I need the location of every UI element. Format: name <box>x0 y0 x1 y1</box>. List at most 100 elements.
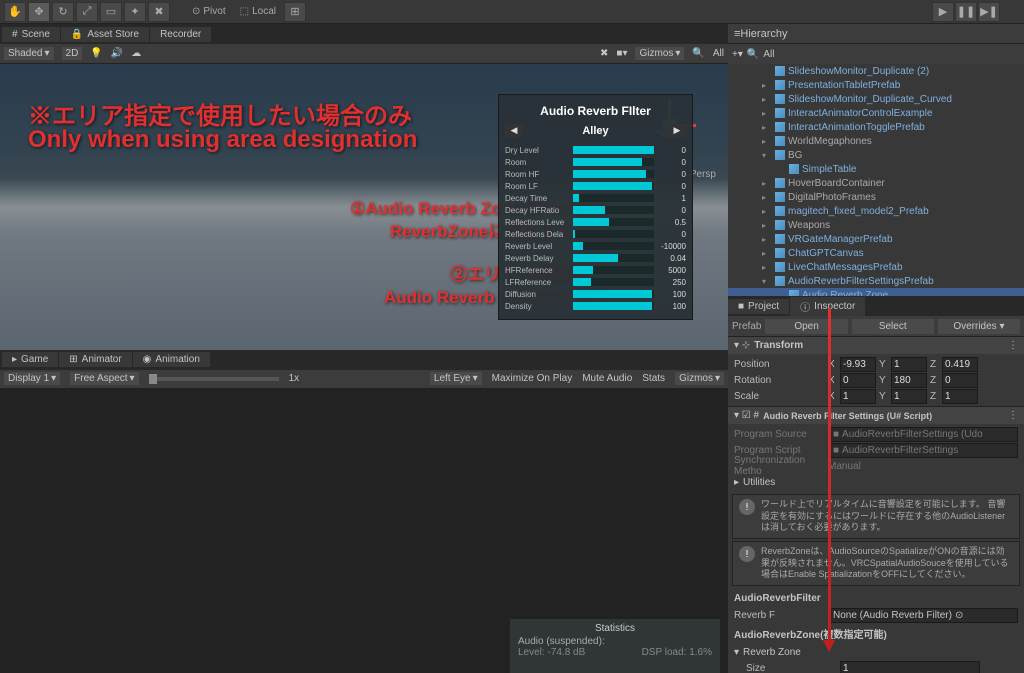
preset-prev[interactable]: ◀ <box>505 124 523 138</box>
game-view: Statistics Audio (suspended): Level: -74… <box>0 388 728 673</box>
filter-row[interactable]: Reflections Leve0.5 <box>505 217 686 228</box>
hierarchy-item[interactable]: ▸SlideshowMonitor_Duplicate_Curved <box>728 92 1024 106</box>
pause-button[interactable]: ❚❚ <box>955 2 977 22</box>
script-header[interactable]: ▾ ☑ # Audio Reverb Filter Settings (U# S… <box>728 406 1024 424</box>
filter-row[interactable]: HFReference5000 <box>505 265 686 276</box>
hierarchy-item[interactable]: SlideshowMonitor_Duplicate (2) <box>728 64 1024 78</box>
game-gizmos[interactable]: Gizmos ▾ <box>675 372 724 385</box>
filter-row[interactable]: Diffusion100 <box>505 289 686 300</box>
perspective-label[interactable]: Persp <box>690 169 716 180</box>
tab-animation[interactable]: ◉ Animation <box>133 352 210 367</box>
filter-row[interactable]: Reverb Level-10000 <box>505 241 686 252</box>
local-toggle[interactable]: ⬚ Local <box>234 6 282 17</box>
mute-toggle[interactable]: Mute Audio <box>582 373 632 384</box>
filter-row[interactable]: Room HF0 <box>505 169 686 180</box>
create-dropdown[interactable]: +▾ <box>732 49 743 60</box>
hierarchy-toolbar: +▾ 🔍All <box>728 44 1024 64</box>
filter-row[interactable]: Reverb Delay0.04 <box>505 253 686 264</box>
2d-toggle[interactable]: 2D <box>62 47 83 60</box>
snap-toggle[interactable]: ⊞ <box>284 2 306 22</box>
audio-icon[interactable]: 🔊 <box>111 48 123 59</box>
rect-tool[interactable]: ▭ <box>100 2 122 22</box>
preset-next[interactable]: ▶ <box>668 124 686 138</box>
hierarchy-item[interactable]: ▾AudioReverbFilterSettingsPrefab <box>728 274 1024 288</box>
hierarchy-item[interactable]: ▸WorldMegaphones <box>728 134 1024 148</box>
pos-x[interactable] <box>840 357 876 372</box>
rot-y[interactable] <box>891 373 927 388</box>
stats-toggle[interactable]: Stats <box>642 373 665 384</box>
hierarchy-item[interactable]: ▸InteractAnimatorControlExample <box>728 106 1024 120</box>
prefab-select[interactable]: Select <box>852 319 934 334</box>
fx-icon[interactable]: ☁ <box>131 48 141 59</box>
shading-mode[interactable]: Shaded ▾ <box>4 47 54 60</box>
camera-icon[interactable]: ■▾ <box>616 48 627 59</box>
hierarchy-item[interactable]: ▸DigitalPhotoFrames <box>728 190 1024 204</box>
tab-asset-store[interactable]: 🔒 Asset Store <box>61 27 149 42</box>
tab-scene[interactable]: # Scene <box>2 27 60 42</box>
hierarchy-item[interactable]: ▸magitech_fixed_model2_Prefab <box>728 204 1024 218</box>
hierarchy-item[interactable]: ▸PresentationTabletPrefab <box>728 78 1024 92</box>
hierarchy-header: ≡ Hierarchy <box>728 24 1024 44</box>
filter-row[interactable]: Room0 <box>505 157 686 168</box>
rotate-tool[interactable]: ↻ <box>52 2 74 22</box>
tools-icon[interactable]: ✖ <box>600 48 608 59</box>
maximize-toggle[interactable]: Maximize On Play <box>492 373 573 384</box>
scale-x[interactable] <box>840 389 876 404</box>
move-tool[interactable]: ✥ <box>28 2 50 22</box>
custom-tool[interactable]: ✖ <box>148 2 170 22</box>
hierarchy-item[interactable]: ▸LiveChatMessagesPrefab <box>728 260 1024 274</box>
hierarchy-item[interactable]: ▸ChatGPTCanvas <box>728 246 1024 260</box>
hierarchy-item[interactable]: ▸VRGateManagerPrefab <box>728 232 1024 246</box>
filter-row[interactable]: Density100 <box>505 301 686 312</box>
pos-y[interactable] <box>891 357 927 372</box>
tab-inspector[interactable]: ⓘ Inspector <box>790 297 865 316</box>
filter-row[interactable]: Room LF0 <box>505 181 686 192</box>
lighting-icon[interactable]: 💡 <box>90 48 102 59</box>
transform-header[interactable]: ▾ ⊹ Transform⋮ <box>728 336 1024 354</box>
eye-dropdown[interactable]: Left Eye ▾ <box>430 372 482 385</box>
info-box-2: !ReverbZoneは、AudioSourceのSpatializeがONの音… <box>732 541 1020 586</box>
scale-z[interactable] <box>942 389 978 404</box>
filter-row[interactable]: Decay HFRatio0 <box>505 205 686 216</box>
pos-z[interactable] <box>942 357 978 372</box>
tab-project[interactable]: ■ Project <box>728 299 789 314</box>
hierarchy-item[interactable]: ▸HoverBoardContainer <box>728 176 1024 190</box>
filter-row[interactable]: Reflections Dela0 <box>505 229 686 240</box>
reverb-zone-foldout[interactable]: ▾ Reverb Zone <box>734 644 1018 660</box>
overlay-title-en: Only when using area designation <box>28 126 417 154</box>
scale-slider[interactable] <box>149 377 279 381</box>
tab-recorder[interactable]: Recorder <box>150 27 211 42</box>
prefab-open[interactable]: Open <box>765 319 847 334</box>
prefab-overrides[interactable]: Overrides ▾ <box>938 319 1020 334</box>
tab-game[interactable]: ▸ Game <box>2 352 58 367</box>
stats-panel: Statistics Audio (suspended): Level: -74… <box>510 619 720 673</box>
scale-y[interactable] <box>891 389 927 404</box>
transform-tool[interactable]: ✦ <box>124 2 146 22</box>
gizmos-dropdown[interactable]: Gizmos ▾ <box>635 47 684 60</box>
reverb-filter-field[interactable]: None (Audio Reverb Filter) ⊙ <box>828 608 1018 623</box>
search-all[interactable]: All <box>713 48 724 59</box>
filter-row[interactable]: LFReference250 <box>505 277 686 288</box>
aspect-dropdown[interactable]: Free Aspect ▾ <box>70 372 138 385</box>
hierarchy-item[interactable]: Audio Reverb Zone <box>728 288 1024 296</box>
hierarchy-list[interactable]: SlideshowMonitor_Duplicate (2)▸Presentat… <box>728 64 1024 296</box>
hand-tool[interactable]: ✋ <box>4 2 26 22</box>
scene-viewport[interactable]: Persp ※エリア指定で使用したい場合のみ Only when using a… <box>0 64 728 350</box>
filter-row[interactable]: Decay Time1 <box>505 193 686 204</box>
info-box-1: !ワールド上でリアルタイムに音響設定を可能にします。 音響設定を有効にするにはワ… <box>732 494 1020 539</box>
hierarchy-item[interactable]: ▸InteractAnimationTogglePrefab <box>728 120 1024 134</box>
rot-z[interactable] <box>942 373 978 388</box>
pivot-toggle[interactable]: ⊙ Pivot <box>186 6 232 17</box>
hierarchy-item[interactable]: ▾BG <box>728 148 1024 162</box>
size-field[interactable] <box>840 661 980 673</box>
tab-animator[interactable]: ⊞ Animator <box>59 352 131 367</box>
hierarchy-item[interactable]: ▸Weapons <box>728 218 1024 232</box>
scale-tool[interactable]: ⤢ <box>76 2 98 22</box>
step-button[interactable]: ▶❚ <box>978 2 1000 22</box>
filter-row[interactable]: Dry Level0 <box>505 145 686 156</box>
game-toolbar: Display 1 ▾ Free Aspect ▾ 1x Left Eye ▾ … <box>0 370 728 388</box>
display-dropdown[interactable]: Display 1 ▾ <box>4 372 60 385</box>
rot-x[interactable] <box>840 373 876 388</box>
hierarchy-item[interactable]: SimpleTable <box>728 162 1024 176</box>
play-button[interactable]: ▶ <box>932 2 954 22</box>
